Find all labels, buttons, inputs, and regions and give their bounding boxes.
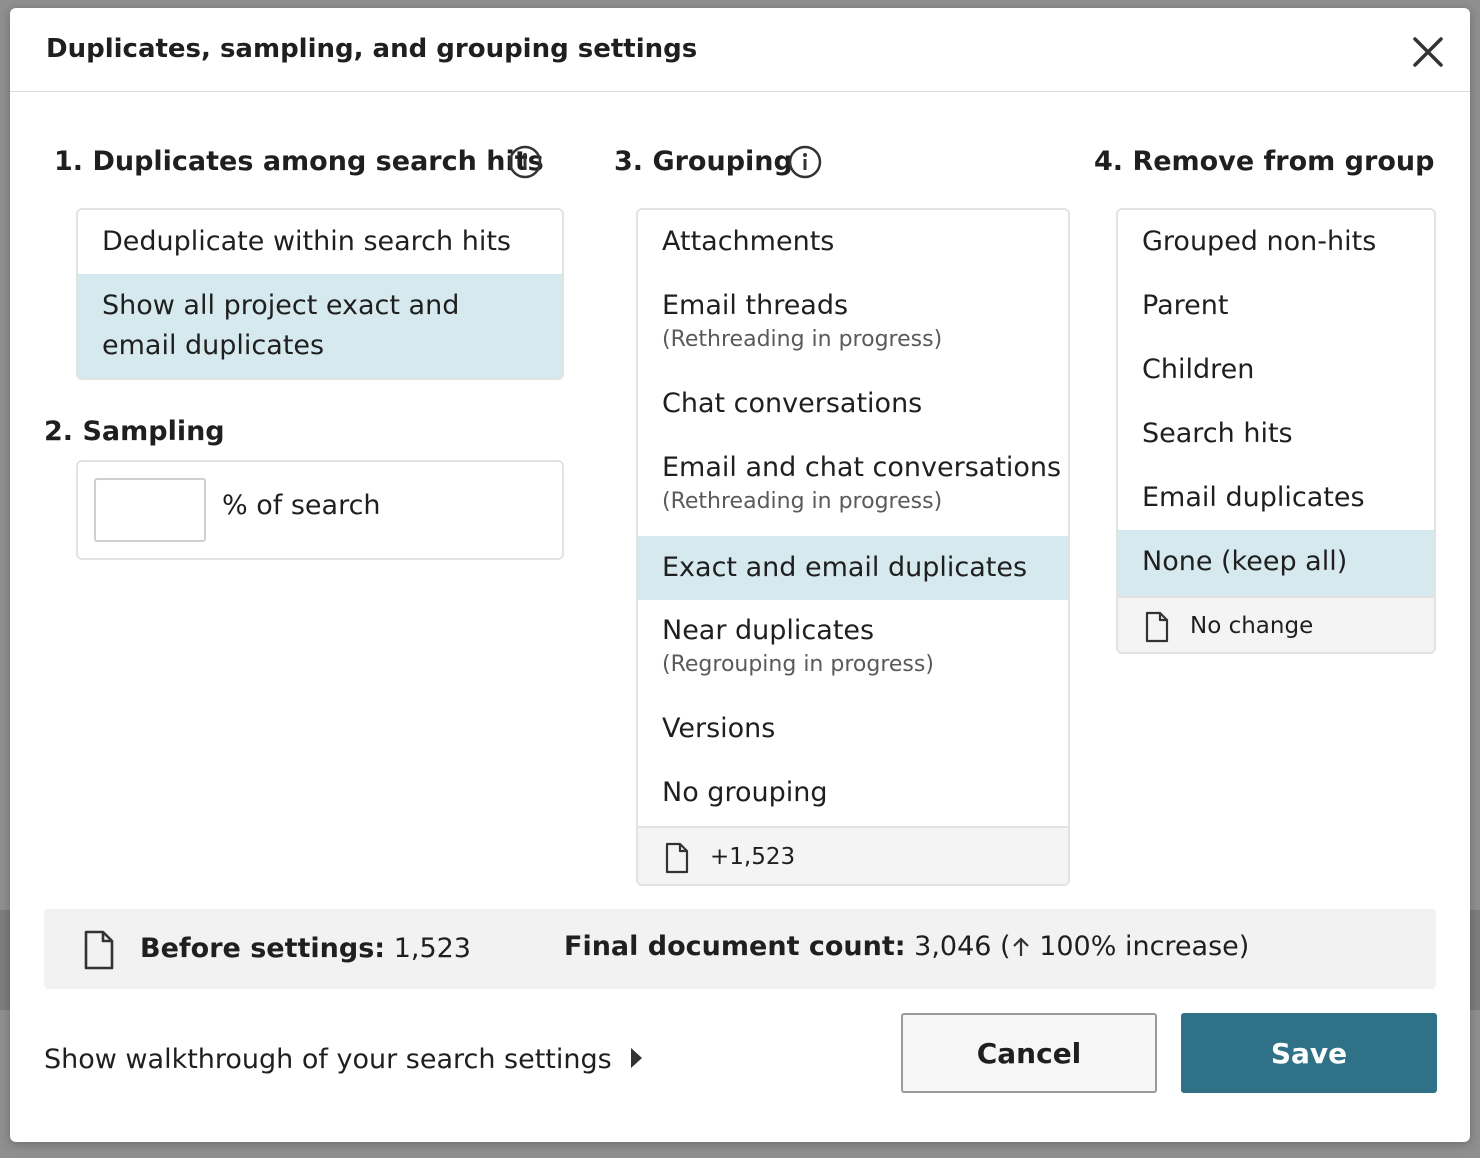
- grouping-count: +1,523: [710, 844, 796, 870]
- option-deduplicate-within-hits[interactable]: Deduplicate within search hits: [78, 222, 562, 262]
- caret-right-icon: [631, 1048, 643, 1068]
- final-count: Final document count: 3,046 ( 100% incre…: [564, 931, 1249, 962]
- final-value: 3,046 (: [914, 931, 1011, 962]
- duplicates-info-icon[interactable]: [508, 145, 542, 179]
- cancel-button[interactable]: Cancel: [901, 1013, 1157, 1093]
- sampling-suffix: % of search: [222, 490, 381, 521]
- option-label: Email threads: [662, 290, 849, 321]
- summary-bar: Before settings: 1,523 Final document co…: [44, 909, 1436, 989]
- sampling-percent-input[interactable]: [94, 478, 206, 542]
- before-value: 1,523: [393, 933, 471, 964]
- option-label: Near duplicates: [662, 615, 875, 646]
- dialog-title: Duplicates, sampling, and grouping setti…: [46, 34, 698, 64]
- option-search-hits[interactable]: Search hits: [1118, 414, 1434, 454]
- remove-options: Grouped non-hits Parent Children Search …: [1116, 208, 1436, 654]
- option-label: Search hits: [1142, 418, 1293, 449]
- remove-change-text: No change: [1190, 613, 1314, 639]
- option-none-keep-all[interactable]: None (keep all): [1118, 530, 1434, 596]
- option-label: Email and chat conversations: [662, 452, 1062, 483]
- settings-dialog: Duplicates, sampling, and grouping setti…: [10, 8, 1470, 1142]
- option-label: No grouping: [662, 777, 828, 808]
- option-versions[interactable]: Versions: [638, 709, 1068, 749]
- grouping-options: Attachments Email threads (Rethreading i…: [636, 208, 1070, 886]
- option-sublabel: (Regrouping in progress): [662, 652, 934, 677]
- option-sublabel: (Rethreading in progress): [662, 327, 943, 352]
- option-label: Attachments: [662, 226, 835, 257]
- before-settings: Before settings: 1,523: [140, 933, 471, 964]
- option-no-grouping[interactable]: No grouping: [638, 773, 1068, 813]
- close-icon: [1413, 37, 1443, 67]
- option-show-all-duplicates[interactable]: Show all project exact and email duplica…: [78, 274, 562, 378]
- sampling-heading: 2. Sampling: [44, 416, 225, 447]
- final-label: Final document count:: [564, 931, 906, 962]
- walkthrough-link[interactable]: Show walkthrough of your search settings: [44, 1044, 644, 1075]
- walkthrough-label: Show walkthrough of your search settings: [44, 1044, 612, 1075]
- before-label: Before settings:: [140, 933, 386, 964]
- close-button[interactable]: [1408, 32, 1448, 72]
- duplicates-heading: 1. Duplicates among search hits: [54, 146, 544, 177]
- arrow-up-icon: [1012, 937, 1029, 956]
- option-label: Show all project exact and email duplica…: [102, 290, 460, 361]
- dialog-header: Duplicates, sampling, and grouping setti…: [10, 8, 1470, 92]
- option-email-and-chat[interactable]: Email and chat conversations (Rethreadin…: [638, 448, 1068, 516]
- option-parent[interactable]: Parent: [1118, 286, 1434, 326]
- option-chat-conversations[interactable]: Chat conversations: [638, 384, 1068, 424]
- option-label: None (keep all): [1142, 546, 1348, 577]
- grouping-heading: 3. Grouping: [614, 146, 793, 177]
- option-label: Versions: [662, 713, 776, 744]
- option-email-duplicates[interactable]: Email duplicates: [1118, 478, 1434, 518]
- option-label: Exact and email duplicates: [662, 552, 1028, 583]
- remove-count-footer: No change: [1118, 596, 1434, 652]
- document-icon: [665, 842, 689, 874]
- option-email-threads[interactable]: Email threads (Rethreading in progress): [638, 286, 1068, 354]
- option-label: Email duplicates: [1142, 482, 1365, 513]
- option-exact-email-duplicates[interactable]: Exact and email duplicates: [638, 536, 1068, 600]
- document-icon: [84, 930, 114, 970]
- sampling-panel: % of search: [76, 460, 564, 560]
- option-near-duplicates[interactable]: Near duplicates (Regrouping in progress): [638, 611, 1068, 679]
- grouping-count-footer: +1,523: [638, 826, 1068, 884]
- option-sublabel: (Rethreading in progress): [662, 489, 943, 514]
- option-label: Children: [1142, 354, 1255, 385]
- option-label: Grouped non-hits: [1142, 226, 1377, 257]
- option-children[interactable]: Children: [1118, 350, 1434, 390]
- option-label: Chat conversations: [662, 388, 923, 419]
- grouping-info-icon[interactable]: [788, 145, 822, 179]
- remove-heading: 4. Remove from group: [1094, 146, 1435, 177]
- option-grouped-non-hits[interactable]: Grouped non-hits: [1118, 222, 1434, 262]
- save-button[interactable]: Save: [1181, 1013, 1437, 1093]
- option-label: Deduplicate within search hits: [102, 226, 511, 257]
- duplicates-options: Deduplicate within search hits Show all …: [76, 208, 564, 380]
- final-change: 100% increase): [1039, 931, 1250, 962]
- option-attachments[interactable]: Attachments: [638, 222, 1068, 262]
- option-label: Parent: [1142, 290, 1229, 321]
- document-icon: [1145, 611, 1169, 643]
